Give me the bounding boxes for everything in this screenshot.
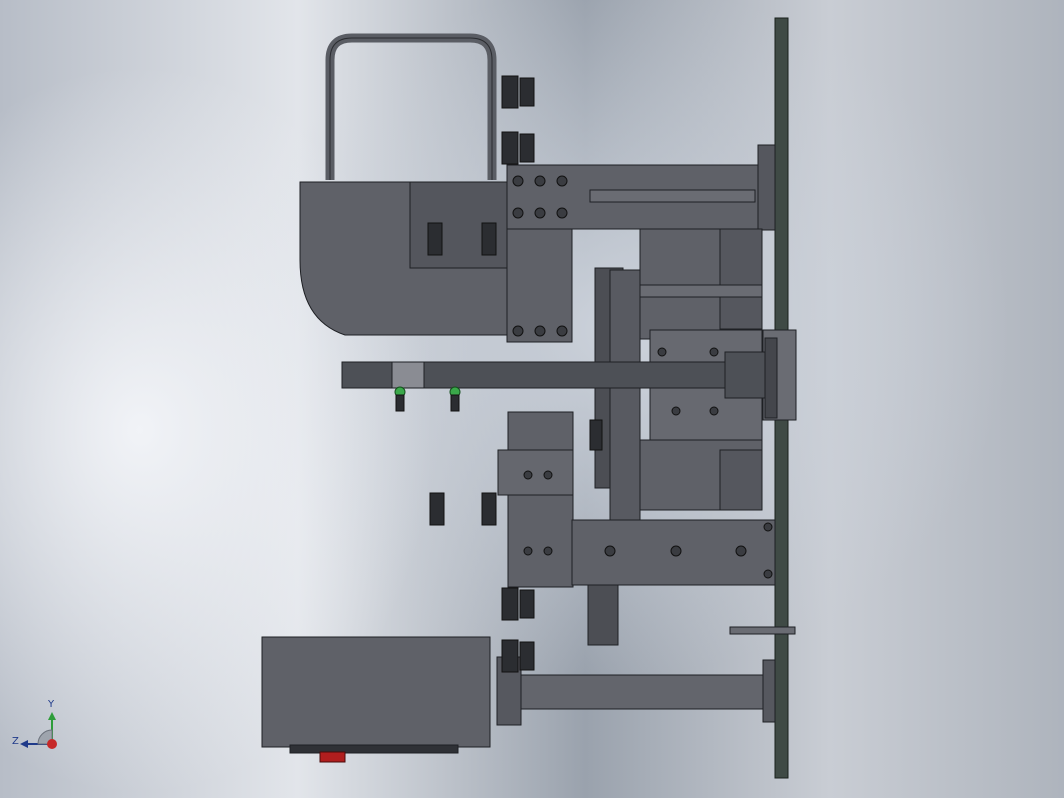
lower-tube (519, 674, 766, 710)
cad-assembly-model[interactable] (0, 0, 1064, 798)
axis-triad-icon (20, 712, 57, 749)
lower-housing (261, 636, 491, 748)
z-axis-label: Z (12, 736, 19, 747)
y-axis-label: Y (48, 699, 55, 710)
handle-bar (325, 33, 497, 180)
axis-triad: Y Z (8, 698, 68, 758)
lower-block (507, 411, 574, 588)
3d-viewport[interactable]: Y Z (0, 0, 1064, 798)
